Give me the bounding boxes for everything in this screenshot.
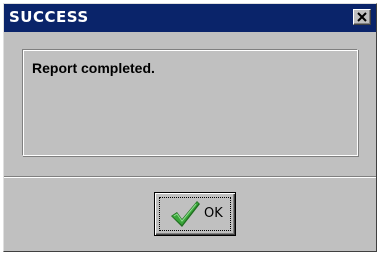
- success-dialog: SUCCESS Report completed. OK: [3, 3, 377, 252]
- separator: [4, 176, 376, 178]
- message-panel: Report completed.: [22, 49, 358, 156]
- title-bar[interactable]: SUCCESS: [4, 4, 376, 32]
- close-icon: [357, 12, 367, 22]
- ok-button[interactable]: OK: [154, 192, 236, 236]
- message-text: Report completed.: [32, 60, 155, 76]
- ok-label: OK: [204, 206, 223, 221]
- dialog-title: SUCCESS: [9, 8, 89, 26]
- checkmark-icon: [171, 201, 200, 227]
- close-button[interactable]: [353, 9, 371, 25]
